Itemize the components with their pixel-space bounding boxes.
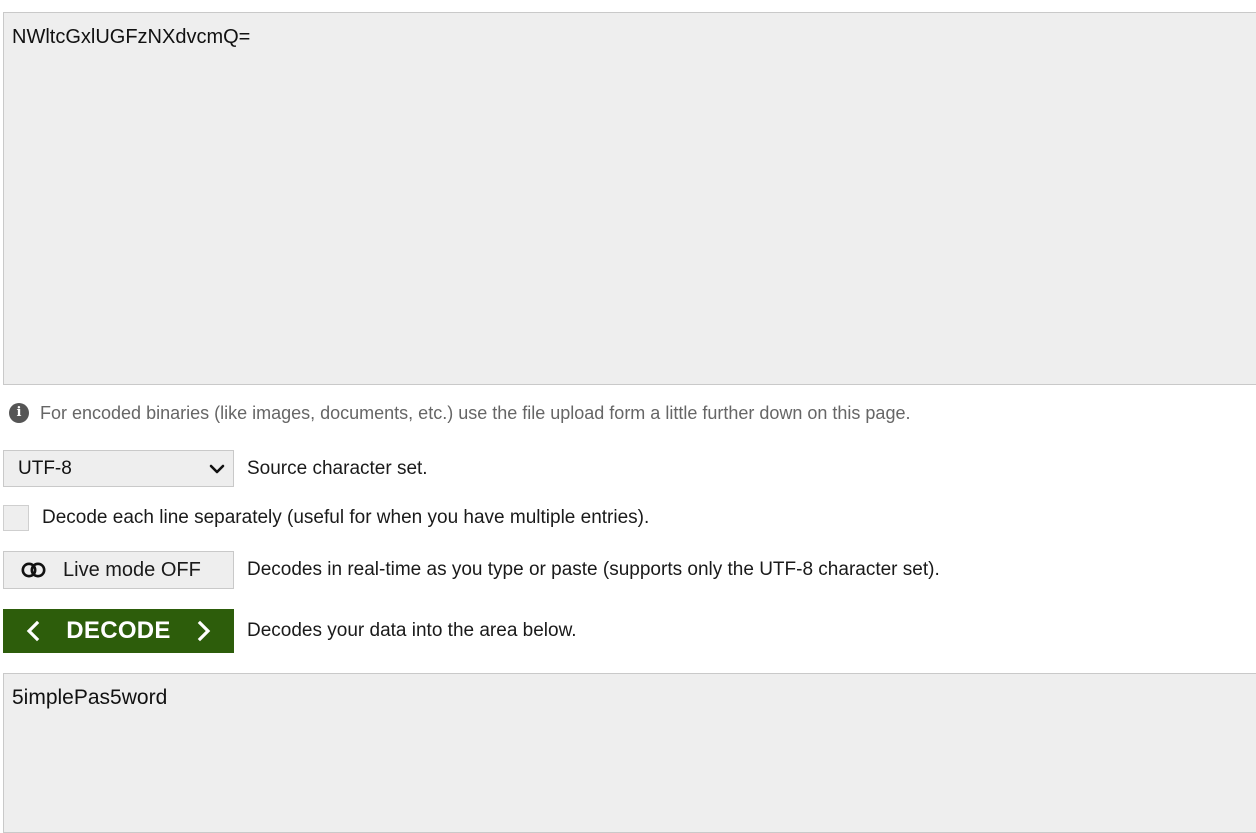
charset-description: Source character set. [247,457,428,479]
info-text: For encoded binaries (like images, docum… [40,402,911,423]
each-line-checkbox[interactable] [3,505,29,531]
decode-button-label: DECODE [66,617,171,644]
live-mode-toggle-button[interactable]: Live mode OFF [3,551,234,589]
decode-button[interactable]: DECODE [3,609,234,653]
each-line-label: Decode each line separately (useful for … [42,507,650,528]
chevron-down-icon [209,464,225,473]
decode-description: Decodes your data into the area below. [247,620,577,641]
charset-select[interactable]: UTF-8 [3,450,234,487]
decoded-output-textarea[interactable]: 5implePas5word [3,673,1256,833]
charset-selected-value: UTF-8 [18,457,72,479]
live-mode-row: Live mode OFF Decodes in real-time as yo… [3,551,940,589]
each-line-row: Decode each line separately (useful for … [3,505,649,531]
encoded-input-textarea[interactable]: NWltcGxlUGFzNXdvcmQ= [3,12,1256,385]
chevron-left-icon [26,620,40,642]
live-mode-description: Decodes in real-time as you type or past… [247,559,940,580]
info-icon: i [9,403,29,423]
chevron-right-icon [197,620,210,642]
live-mode-label: Live mode OFF [63,558,201,581]
toggle-off-icon [21,562,46,578]
decode-row: DECODE Decodes your data into the area b… [3,609,577,653]
charset-row: UTF-8 Source character set. [3,450,428,487]
info-note: i For encoded binaries (like images, doc… [9,401,910,425]
